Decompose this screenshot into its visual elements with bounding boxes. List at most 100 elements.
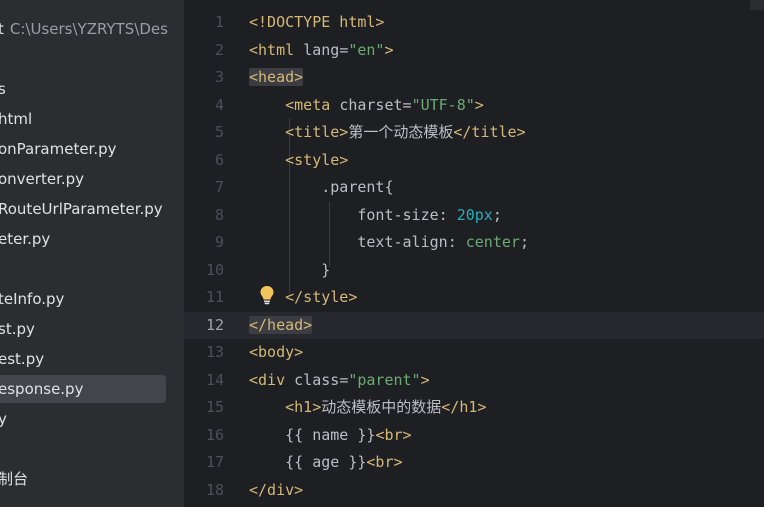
line-number: 6: [214, 150, 224, 169]
code-token: </title>: [453, 123, 526, 141]
tree-item[interactable]: st.py: [0, 315, 35, 343]
code-token: >: [420, 370, 430, 389]
code-line[interactable]: 15 <h1>动态模板中的数据</h1>: [184, 394, 764, 421]
code-token: text-align: [357, 233, 448, 251]
line-number: 3: [214, 68, 224, 86]
code-token: 第一个动态模板: [348, 123, 454, 141]
tree-item[interactable]: onParameter.py: [0, 135, 117, 163]
project-panel: t C:\Users\YZRYTS\Des s html onParameter.py…: [0, 0, 184, 507]
code-text: text-align: center;: [249, 229, 529, 256]
code-text: </head>: [249, 312, 313, 339]
line-number: 10: [205, 260, 224, 279]
code-text: {{ age }}<br>: [249, 449, 403, 476]
code-text: </div>: [249, 477, 303, 504]
code-token: =: [339, 370, 349, 389]
code-text: font-size: 20px;: [249, 202, 502, 229]
code-token: </head>: [249, 315, 313, 334]
code-line[interactable]: 2 <html lang="en">: [184, 37, 764, 64]
tree-item[interactable]: eter.py: [0, 225, 50, 253]
tree-item[interactable]: y: [0, 405, 7, 433]
code-token: <div: [249, 370, 295, 389]
code-line[interactable]: 10 }: [184, 257, 764, 284]
code-text: <body>: [249, 339, 303, 366]
tree-item-label: RouteUrlParameter.py: [0, 200, 163, 218]
tree-item[interactable]: RouteUrlParameter.py: [0, 195, 163, 223]
line-number: 11: [205, 288, 224, 306]
code-token: lang: [303, 40, 340, 59]
code-token: "UTF-8": [411, 95, 475, 114]
code-line[interactable]: 18 </div>: [184, 477, 764, 504]
tree-item[interactable]: 制台: [0, 465, 28, 493]
code-text: <meta charset="UTF-8">: [249, 92, 484, 119]
tree-item[interactable]: teInfo.py: [0, 285, 64, 313]
code-line[interactable]: 5 <title>第一个动态模板</title>: [184, 119, 764, 146]
code-token: =: [402, 95, 412, 114]
tree-item[interactable]: onverter.py: [0, 165, 84, 193]
code-token: <br>: [375, 425, 412, 444]
code-token: <h1>: [285, 398, 322, 416]
project-root-row[interactable]: t C:\Users\YZRYTS\Des: [0, 15, 168, 43]
code-text: <html lang="en">: [249, 37, 394, 64]
line-number: 13: [205, 343, 224, 361]
lightbulb-icon[interactable]: [258, 284, 276, 306]
code-line[interactable]: 7 .parent{: [184, 174, 764, 201]
code-editor[interactable]: 1 <!DOCTYPE html> 2 <html lang="en"> 3 <head>…: [184, 0, 764, 507]
code-text: .parent{: [249, 174, 394, 201]
line-number: 8: [214, 205, 224, 224]
tree-item-label: est.py: [0, 350, 45, 368]
code-token: <br>: [366, 453, 403, 471]
code-token: >: [384, 40, 394, 59]
tree-item-label: s: [0, 80, 6, 98]
line-number: 12: [205, 315, 224, 334]
code-text: <h1>动态模板中的数据</h1>: [249, 394, 486, 421]
code-token: ;: [492, 205, 502, 224]
code-token: 20px: [456, 205, 493, 224]
tree-item-label: eter.py: [0, 230, 51, 248]
project-name: t: [0, 20, 4, 38]
tree-item-label: html: [0, 110, 33, 128]
code-token: <body>: [249, 343, 304, 361]
code-token: charset: [339, 95, 403, 114]
code-token: .parent{: [321, 178, 394, 196]
code-line[interactable]: 16 {{ name }}<br>: [184, 422, 764, 449]
code-line[interactable]: 9 text-align: center;: [184, 229, 764, 256]
code-line[interactable]: 6 <style>: [184, 147, 764, 174]
code-token: <title>: [285, 123, 349, 141]
code-line[interactable]: 3 <head>: [184, 64, 764, 91]
code-line[interactable]: 1 <!DOCTYPE html>: [184, 9, 764, 36]
code-line[interactable]: 8 font-size: 20px;: [184, 202, 764, 229]
code-token: ;: [519, 233, 529, 251]
line-number: 16: [205, 425, 224, 444]
code-token: =: [339, 40, 349, 59]
code-token: <html: [249, 40, 304, 59]
code-line[interactable]: 17 {{ age }}<br>: [184, 449, 764, 476]
code-token: </div>: [249, 480, 304, 499]
tree-item[interactable]: esponse.py: [0, 375, 166, 403]
code-token: {{ name }}: [285, 425, 376, 444]
code-text: <style>: [249, 147, 348, 174]
code-line[interactable]: 13 <body>: [184, 339, 764, 366]
code-text: <div class="parent">: [249, 367, 430, 394]
code-token: class: [294, 370, 340, 389]
code-line[interactable]: 12 </head>: [184, 311, 764, 339]
code-line[interactable]: 14 <div class="parent">: [184, 367, 764, 394]
code-line[interactable]: 4 <meta charset="UTF-8">: [184, 92, 764, 119]
tree-item-label: esponse.py: [0, 380, 84, 398]
code-text: }: [249, 257, 330, 284]
tree-item[interactable]: s: [0, 75, 6, 103]
code-token: font-size: [357, 205, 439, 224]
tree-item[interactable]: est.py: [0, 345, 44, 373]
line-number: 15: [205, 398, 224, 416]
tree-item[interactable]: html: [0, 105, 32, 133]
line-number: 4: [214, 95, 224, 114]
tree-item-label: teInfo.py: [0, 290, 65, 308]
code-token: <meta: [285, 95, 340, 114]
